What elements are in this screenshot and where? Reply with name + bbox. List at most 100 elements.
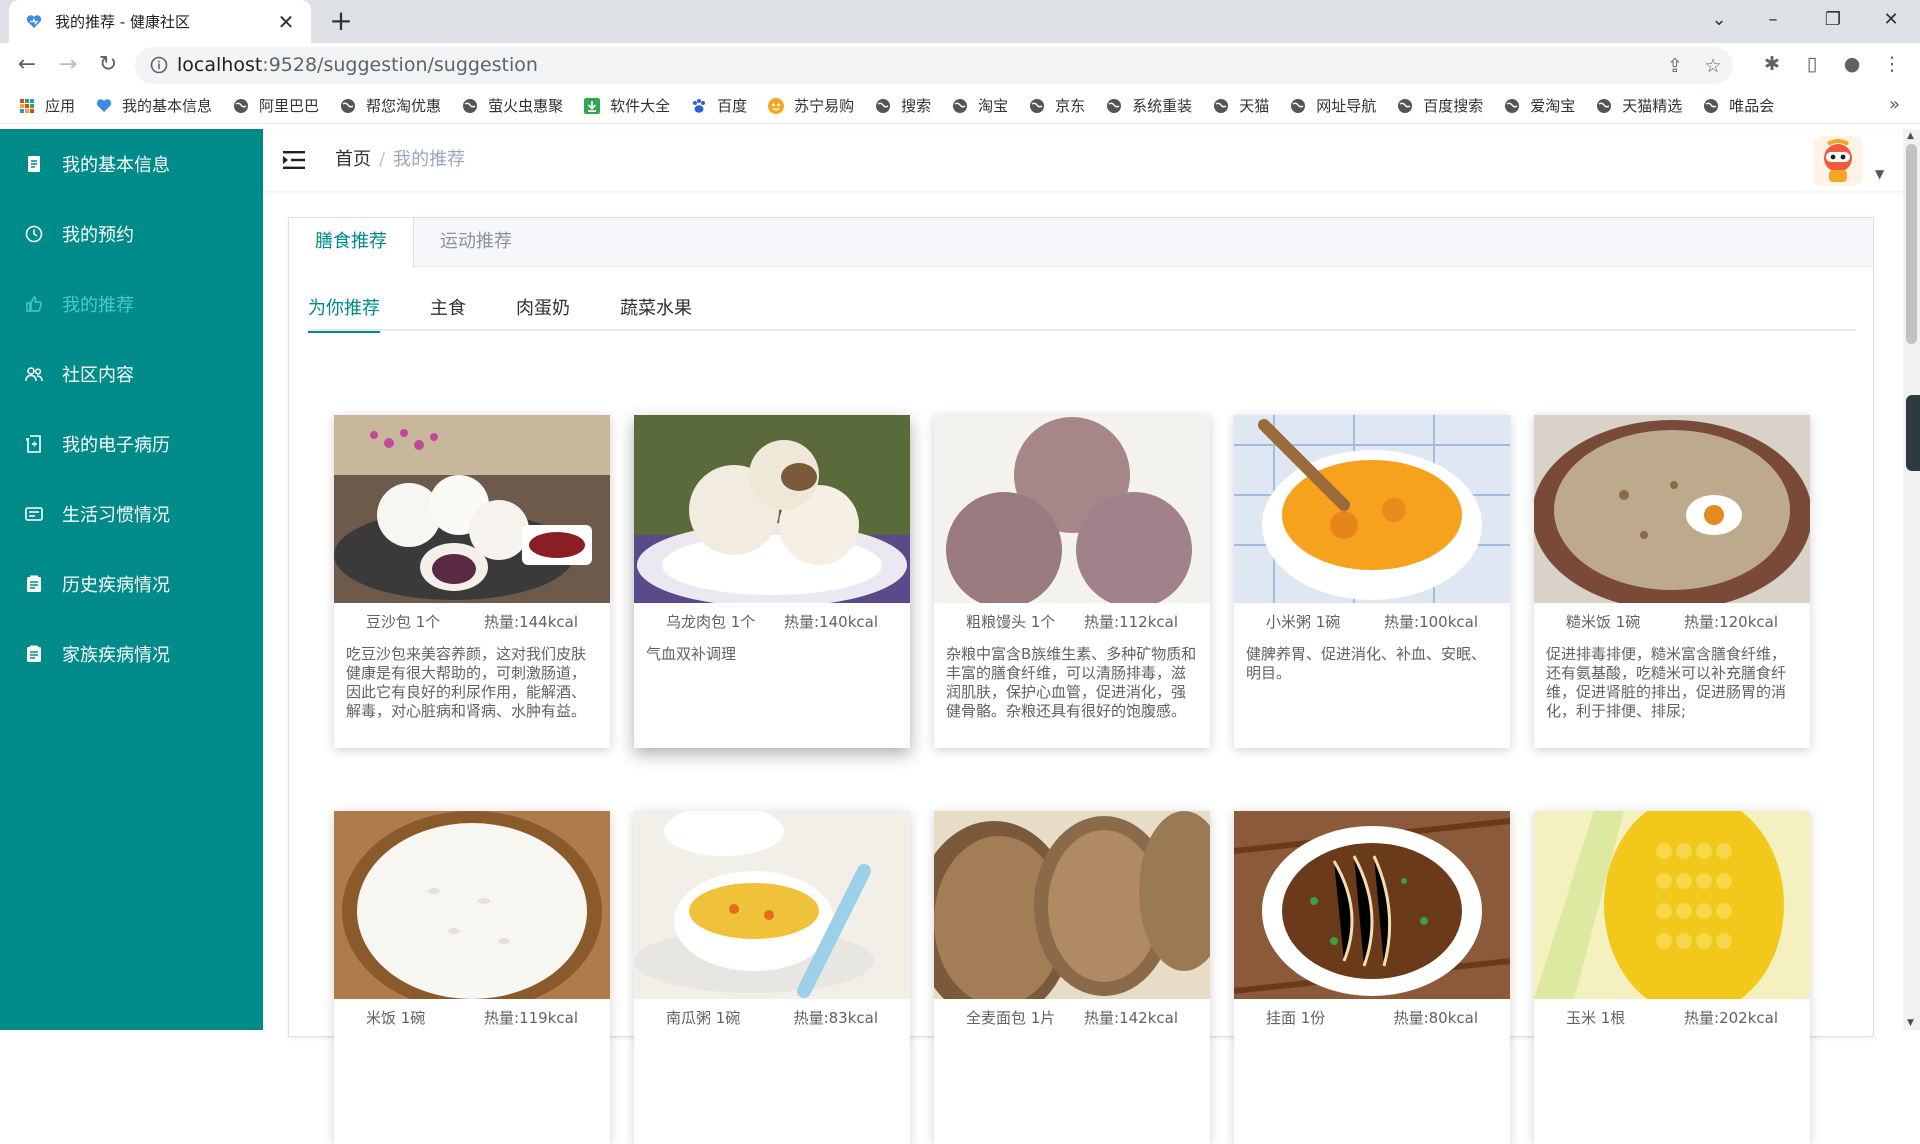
food-name: 粗粮馒头 1个 xyxy=(966,613,1056,631)
bookmarks-more-icon[interactable]: » xyxy=(1889,94,1900,115)
scroll-down-arrow-icon[interactable]: ▼ xyxy=(1907,1018,1914,1028)
family-icon xyxy=(27,645,41,662)
bookmark-item[interactable]: 天猫精选 xyxy=(1595,95,1682,116)
tab-for-you[interactable]: 为你推荐 xyxy=(308,291,380,333)
food-card[interactable]: 米饭 1碗 热量:119kcal xyxy=(334,811,610,1144)
bookmark-label: 帮您淘优惠 xyxy=(366,97,442,115)
food-description xyxy=(934,1037,1210,1041)
breadcrumb-home[interactable]: 首页 xyxy=(335,149,371,170)
tab-exercise-recommend[interactable]: 运动推荐 xyxy=(414,218,539,267)
bookmark-star-icon[interactable]: ☆ xyxy=(1701,55,1725,77)
sidebar-item[interactable]: 社区内容 xyxy=(0,339,263,409)
bookmark-label: 系统重装 xyxy=(1132,97,1193,115)
url-text: localhost:9528/suggestion/suggestion xyxy=(177,47,538,84)
sidebar-item[interactable]: 我的电子病历 xyxy=(0,409,263,479)
globe-icon xyxy=(876,98,891,113)
sidebar-item[interactable]: 我的推荐 xyxy=(0,269,263,339)
sidebar-item[interactable]: 生活习惯情况 xyxy=(0,479,263,549)
inner-tabs: 为你推荐 主食 肉蛋奶 蔬菜水果 xyxy=(308,291,1856,333)
bookmark-item[interactable]: 天猫 xyxy=(1212,95,1269,116)
menu-kebab-icon[interactable]: ⋮ xyxy=(1879,53,1905,75)
food-card[interactable]: 挂面 1份 热量:80kcal xyxy=(1234,811,1510,1144)
food-card[interactable]: 粗粮馒头 1个 热量:112kcal 杂粮中富含B族维生素、多种矿物质和丰富的膳食纤… xyxy=(934,415,1210,748)
browser-tab-title: 我的推荐 - 健康社区 xyxy=(55,13,190,31)
extensions-icon[interactable]: ✱ xyxy=(1759,53,1785,75)
multigrain-mantou-image xyxy=(934,415,1210,603)
food-card[interactable]: 南瓜粥 1碗 热量:83kcal xyxy=(634,811,910,1144)
close-window-icon[interactable]: ✕ xyxy=(1876,2,1906,38)
bookmark-item[interactable]: 百度 xyxy=(690,95,747,116)
close-tab-icon[interactable]: ✕ xyxy=(275,10,297,34)
tab-staple-food[interactable]: 主食 xyxy=(430,291,466,329)
reload-icon[interactable]: ↻ xyxy=(92,49,124,81)
food-meta: 豆沙包 1个 热量:144kcal xyxy=(334,603,610,641)
sidebar-item[interactable]: 历史疾病情况 xyxy=(0,549,263,619)
bookmark-item[interactable]: 软件大全 xyxy=(583,95,670,116)
food-calories: 热量:144kcal xyxy=(484,613,578,631)
food-card[interactable]: 乌龙肉包 1个 热量:140kcal 气血双补调理 xyxy=(634,415,910,748)
tab-diet-recommend[interactable]: 膳食推荐 xyxy=(289,218,414,268)
sidebar-item[interactable]: 家族疾病情况 xyxy=(0,619,263,689)
food-description xyxy=(334,1037,610,1041)
floating-side-widget[interactable] xyxy=(1906,395,1920,471)
food-calories: 热量:120kcal xyxy=(1684,613,1778,631)
bookmark-label: 京东 xyxy=(1055,97,1086,115)
food-calories: 热量:140kcal xyxy=(784,613,878,631)
scrollbar-thumb[interactable] xyxy=(1906,144,1917,344)
bookmark-item[interactable]: 百度搜索 xyxy=(1396,95,1483,116)
food-description: 吃豆沙包来美容养颜，这对我们皮肤健康是有很大帮助的，可刺激肠道，因此它有良好的利… xyxy=(346,645,587,720)
food-description xyxy=(1234,1037,1510,1041)
hamburger-fold-icon[interactable] xyxy=(283,149,307,171)
sidebar-item[interactable]: 我的基本信息 xyxy=(0,129,263,199)
food-card[interactable]: 小米粥 1碗 热量:100kcal 健脾养胃、促进消化、补血、安眠、明目。 xyxy=(1234,415,1510,748)
food-meta: 乌龙肉包 1个 热量:140kcal xyxy=(634,603,910,641)
bookmark-item[interactable]: 系统重装 xyxy=(1105,95,1192,116)
side-panel-icon[interactable]: ▯ xyxy=(1799,53,1825,75)
site-info-icon[interactable] xyxy=(149,55,169,75)
bookmark-item[interactable]: 搜索 xyxy=(874,95,931,116)
food-card[interactable]: 豆沙包 1个 热量:144kcal 吃豆沙包来美容养颜，这对我们皮肤健康是有很大帮助… xyxy=(334,415,610,748)
bookmark-item[interactable]: 爱淘宝 xyxy=(1503,95,1575,116)
food-meta: 糙米饭 1碗 热量:120kcal xyxy=(1534,603,1810,641)
bookmark-item[interactable]: 应用 xyxy=(18,95,75,116)
avatar-dropdown-caret-icon[interactable]: ▼ xyxy=(1875,167,1884,181)
back-icon[interactable]: ← xyxy=(11,49,43,81)
food-meta: 小米粥 1碗 热量:100kcal xyxy=(1234,603,1510,641)
food-name: 挂面 1份 xyxy=(1266,1009,1326,1027)
restore-icon[interactable]: ❐ xyxy=(1818,2,1848,38)
bookmark-item[interactable]: 网址导航 xyxy=(1289,95,1376,116)
globe-icon xyxy=(1030,98,1045,113)
food-card[interactable]: 全麦面包 1片 热量:142kcal xyxy=(934,811,1210,1144)
forward-icon[interactable]: → xyxy=(52,49,84,81)
bookmark-label: 淘宝 xyxy=(978,97,1009,115)
bookmark-item[interactable]: 我的基本信息 xyxy=(95,95,212,116)
tab-vegetable-fruit[interactable]: 蔬菜水果 xyxy=(620,291,692,329)
bookmark-item[interactable]: 阿里巴巴 xyxy=(232,95,319,116)
food-card[interactable]: 玉米 1根 热量:202kcal xyxy=(1534,811,1810,1144)
sidebar-item[interactable]: 我的预约 xyxy=(0,199,263,269)
scroll-up-arrow-icon[interactable]: ▲ xyxy=(1907,131,1914,141)
profile-icon[interactable]: ● xyxy=(1839,53,1865,75)
new-tab-icon[interactable]: + xyxy=(326,6,356,36)
food-card[interactable]: 糙米饭 1碗 热量:120kcal 促进排毒排便，糙米富含膳食纤维，还有氨基酸，吃糙… xyxy=(1534,415,1810,748)
bookmark-item[interactable]: 京东 xyxy=(1028,95,1085,116)
food-calories: 热量:83kcal xyxy=(793,1009,878,1027)
browser-tab-active[interactable]: 我的推荐 - 健康社区 ✕ xyxy=(9,0,311,43)
bean-paste-bun-image xyxy=(334,415,610,603)
bookmark-item[interactable]: 淘宝 xyxy=(951,95,1008,116)
globe-icon xyxy=(1107,98,1122,113)
minimize-icon[interactable]: – xyxy=(1758,2,1788,38)
page-scrollbar[interactable]: ▲ ▼ xyxy=(1903,129,1920,1030)
rice-image xyxy=(334,811,610,999)
address-bar[interactable]: localhost:9528/suggestion/suggestion ⇪ ☆ xyxy=(135,47,1733,84)
bookmark-item[interactable]: 萤火虫惠聚 xyxy=(461,95,563,116)
tab-search-icon[interactable]: ⌄ xyxy=(1704,2,1734,38)
user-avatar[interactable] xyxy=(1813,136,1863,186)
share-icon[interactable]: ⇪ xyxy=(1663,55,1687,77)
sidebar-item-label: 我的预约 xyxy=(62,225,134,246)
bookmark-item[interactable]: 帮您淘优惠 xyxy=(339,95,441,116)
bookmark-item[interactable]: 唯品会 xyxy=(1702,95,1774,116)
tab-meat-egg-milk[interactable]: 肉蛋奶 xyxy=(516,291,570,329)
bookmark-item[interactable]: 苏宁易购 xyxy=(767,95,854,116)
food-calories: 热量:100kcal xyxy=(1384,613,1478,631)
